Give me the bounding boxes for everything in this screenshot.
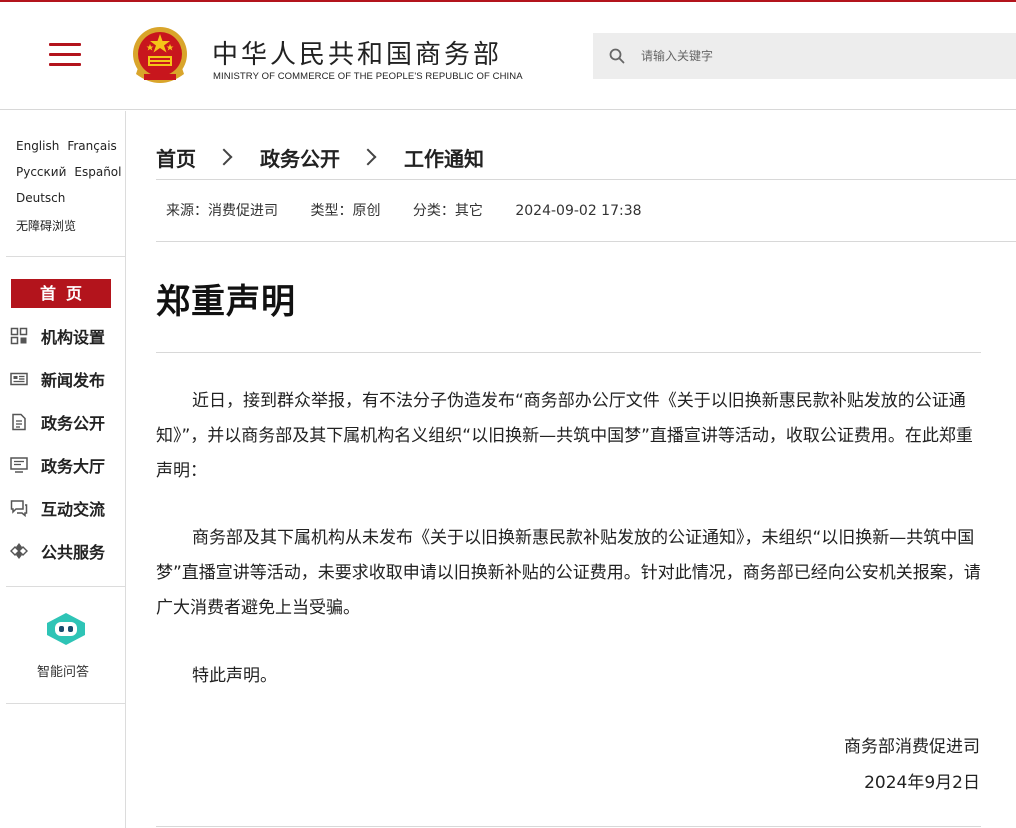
menu-icon[interactable]: [49, 42, 81, 68]
article-meta: 来源：消费促进司 类型：原创 分类：其它 2024-09-02 17:38: [166, 200, 670, 220]
sidebar-item-interaction[interactable]: 互动交流: [10, 495, 105, 521]
sidebar-divider: [6, 256, 125, 257]
lang-german-link[interactable]: Deutsch: [16, 191, 65, 205]
article-title: 郑重声明: [156, 282, 296, 322]
national-emblem-icon[interactable]: [130, 24, 190, 90]
article-signature: 商务部消费促进司: [844, 737, 980, 757]
chevron-right-icon: [215, 148, 233, 166]
title-divider: [156, 352, 981, 353]
sidebar-item-organization[interactable]: 机构设置: [10, 323, 105, 349]
site-title[interactable]: 中华人民共和国商务部: [212, 34, 502, 71]
sidebar-divider: [6, 703, 125, 704]
chat-icon: [10, 500, 28, 517]
org-structure-icon: [10, 327, 28, 345]
meta-source: 来源：消费促进司: [166, 203, 278, 219]
language-row: Русский Español: [16, 165, 129, 179]
accessibility-link[interactable]: 无障碍浏览: [16, 219, 76, 233]
sidebar-item-label: 政务公开: [41, 414, 106, 433]
public-service-icon: [10, 543, 28, 559]
meta-datetime: 2024-09-02 17:38: [515, 203, 642, 219]
breadcrumb-divider: [156, 179, 1016, 180]
lang-french-link[interactable]: Français: [67, 139, 116, 153]
article-paragraph: 商务部及其下属机构从未发布《关于以旧换新惠民款补贴发放的公证通知》，未组织“以旧…: [156, 528, 981, 618]
sidebar-item-public-service[interactable]: 公共服务: [10, 538, 105, 564]
sidebar-item-label: 政务大厅: [41, 457, 106, 476]
language-row: English Français: [16, 139, 125, 153]
sidebar-item-label: 互动交流: [41, 500, 106, 519]
article-paragraph: 近日，接到群众举报，有不法分子伪造发布“商务部办公厅文件《关于以旧换新惠民款补贴…: [156, 391, 973, 481]
breadcrumb-home[interactable]: 首页: [156, 143, 196, 172]
breadcrumb-work-notice[interactable]: 工作通知: [404, 143, 484, 172]
meta-type: 类型：原创: [310, 203, 381, 219]
sidebar: English Français Русский Español Deutsch 无…: [0, 111, 126, 828]
site-subtitle: MINISTRY OF COMMERCE OF THE PEOPLE'S REP…: [213, 71, 523, 82]
breadcrumb: 首页 政务公开 工作通知: [156, 142, 484, 172]
article-paragraph: 特此声明。: [192, 666, 277, 686]
document-icon: [12, 413, 26, 431]
chevron-right-icon: [359, 148, 377, 166]
lang-english-link[interactable]: English: [16, 139, 59, 153]
search-icon[interactable]: [609, 48, 625, 64]
assistant-label[interactable]: 智能问答: [0, 661, 126, 680]
sidebar-item-label: 机构设置: [41, 328, 106, 347]
service-hall-icon: [10, 457, 28, 473]
lang-spanish-link[interactable]: Español: [74, 165, 121, 179]
news-icon: [10, 372, 28, 386]
sidebar-item-news[interactable]: 新闻发布: [10, 366, 105, 392]
sidebar-item-service-hall[interactable]: 政务大厅: [10, 452, 105, 478]
meta-category: 分类：其它: [412, 203, 483, 219]
language-row: 无障碍浏览: [16, 217, 84, 234]
sidebar-item-government-affairs[interactable]: 政务公开: [10, 409, 105, 435]
sidebar-item-label: 公共服务: [41, 543, 106, 562]
article-date: 2024年9月2日: [864, 773, 980, 793]
search-input[interactable]: [641, 33, 1001, 79]
breadcrumb-government-affairs[interactable]: 政务公开: [260, 143, 340, 172]
sidebar-home-button[interactable]: 首页: [11, 279, 111, 308]
site-header: 中华人民共和国商务部 MINISTRY OF COMMERCE OF THE P…: [0, 2, 1016, 110]
language-row: Deutsch: [16, 191, 73, 205]
footer-divider: [156, 826, 981, 827]
meta-divider: [156, 241, 1016, 242]
sidebar-item-label: 新闻发布: [41, 371, 106, 390]
search-box[interactable]: [593, 33, 1016, 79]
sidebar-divider: [6, 586, 125, 587]
robot-assistant-icon[interactable]: [43, 611, 89, 647]
lang-russian-link[interactable]: Русский: [16, 165, 66, 179]
